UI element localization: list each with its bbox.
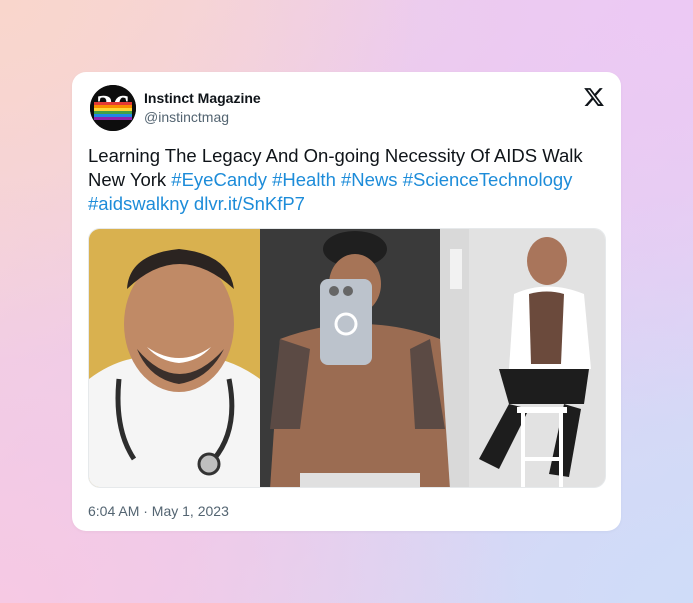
x-logo-icon[interactable]	[583, 86, 605, 108]
media-photo-1[interactable]	[89, 229, 260, 487]
tweet-header: 26 Instinct Magazine @instinctmag	[90, 85, 261, 131]
tweet-timestamp[interactable]: 6:04 AM · May 1, 2023	[88, 502, 229, 520]
tweet-text: Learning The Legacy And On-going Necessi…	[88, 144, 588, 216]
hashtag-eyecandy[interactable]: #EyeCandy	[171, 169, 267, 190]
display-name[interactable]: Instinct Magazine	[144, 89, 261, 107]
account-names: Instinct Magazine @instinctmag	[144, 89, 261, 127]
instinct-magazine-logo-icon: 26	[90, 85, 136, 131]
hashtag-sciencetechnology[interactable]: #ScienceTechnology	[403, 169, 573, 190]
handle[interactable]: @instinctmag	[144, 107, 261, 127]
hashtag-aidswalkny[interactable]: #aidswalkny	[88, 193, 189, 214]
photo-selfie-image	[260, 229, 469, 487]
media-photo-3[interactable]	[469, 229, 605, 487]
hashtag-news[interactable]: #News	[341, 169, 398, 190]
photo-doctor-image	[89, 229, 260, 487]
hashtag-health[interactable]: #Health	[272, 169, 336, 190]
tweet-link[interactable]: dlvr.it/SnKfP7	[194, 193, 305, 214]
avatar[interactable]: 26	[90, 85, 136, 131]
media-grid[interactable]	[88, 228, 606, 488]
tweet-card: 26 Instinct Magazine @instinctmag Learni…	[72, 72, 621, 531]
media-photo-2[interactable]	[260, 229, 469, 487]
photo-stool-image	[469, 229, 605, 487]
